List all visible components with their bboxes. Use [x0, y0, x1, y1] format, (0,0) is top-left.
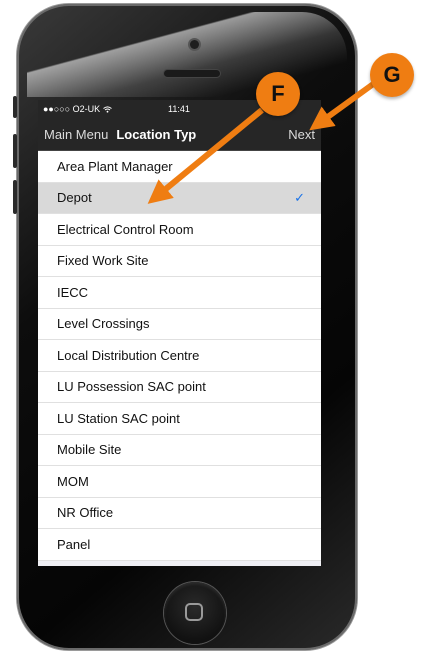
list-item-mobile-site[interactable]: Mobile Site — [38, 435, 321, 466]
front-camera — [190, 40, 199, 49]
list-item-label: Mobile Site — [57, 442, 122, 458]
list-item-area-plant-manager[interactable]: Area Plant Manager — [38, 151, 321, 183]
list-item-label: Depot — [57, 190, 92, 206]
earpiece-speaker — [164, 70, 220, 77]
callout-f: F — [256, 72, 300, 116]
location-type-list: Area Plant Manager Depot ✓ Electrical Con… — [38, 151, 321, 561]
next-button[interactable]: Next — [288, 127, 315, 142]
list-item-label: Panel — [57, 536, 91, 552]
phone-gloss — [27, 12, 347, 97]
mute-switch — [13, 96, 17, 118]
list-item-label: Area Plant Manager — [57, 158, 173, 174]
list-item-local-distribution-centre[interactable]: Local Distribution Centre — [38, 340, 321, 372]
list-item-electrical-control-room[interactable]: Electrical Control Room — [38, 214, 321, 246]
carrier-label: ●●○○○ O2-UK — [43, 104, 101, 114]
nav-bar: Main Menu Location Typ Next — [38, 118, 321, 151]
list-item-label: LU Possession SAC point — [57, 379, 206, 395]
list-item-lu-station-sac-point[interactable]: LU Station SAC point — [38, 403, 321, 435]
page-title: Location Typ — [116, 126, 197, 142]
home-square-icon — [185, 603, 203, 621]
list-item-label: Fixed Work Site — [57, 253, 149, 269]
list-item-label: Local Distribution Centre — [57, 347, 200, 363]
list-item-level-crossings[interactable]: Level Crossings — [38, 309, 321, 340]
carrier-indicator: ●●○○○ O2-UK — [43, 104, 113, 114]
home-button[interactable] — [164, 582, 226, 644]
wifi-icon — [103, 105, 113, 113]
list-item-depot[interactable]: Depot ✓ — [38, 182, 321, 214]
list-item-label: Electrical Control Room — [57, 221, 194, 237]
callout-g: G — [370, 53, 414, 97]
list-item-lu-possession-sac-point[interactable]: LU Possession SAC point — [38, 372, 321, 403]
list-item-iecc[interactable]: IECC — [38, 277, 321, 309]
list-item-panel[interactable]: Panel — [38, 529, 321, 561]
volume-down-button — [13, 180, 17, 214]
list-item-label: Level Crossings — [57, 316, 150, 332]
volume-up-button — [13, 134, 17, 168]
status-time: 11:41 — [168, 104, 190, 114]
list-item-label: MOM — [57, 473, 89, 489]
list-item-mom[interactable]: MOM — [38, 466, 321, 498]
list-item-label: LU Station SAC point — [57, 410, 180, 426]
checkmark-icon: ✓ — [294, 189, 305, 205]
list-item-label: IECC — [57, 284, 89, 300]
list-item-label: NR Office — [57, 505, 114, 521]
list-item-nr-office[interactable]: NR Office — [38, 498, 321, 529]
main-menu-button[interactable]: Main Menu — [44, 127, 108, 142]
list-item-fixed-work-site[interactable]: Fixed Work Site — [38, 246, 321, 277]
phone-screen: ●●○○○ O2-UK 11:41 Main Menu Location Typ… — [38, 100, 321, 566]
